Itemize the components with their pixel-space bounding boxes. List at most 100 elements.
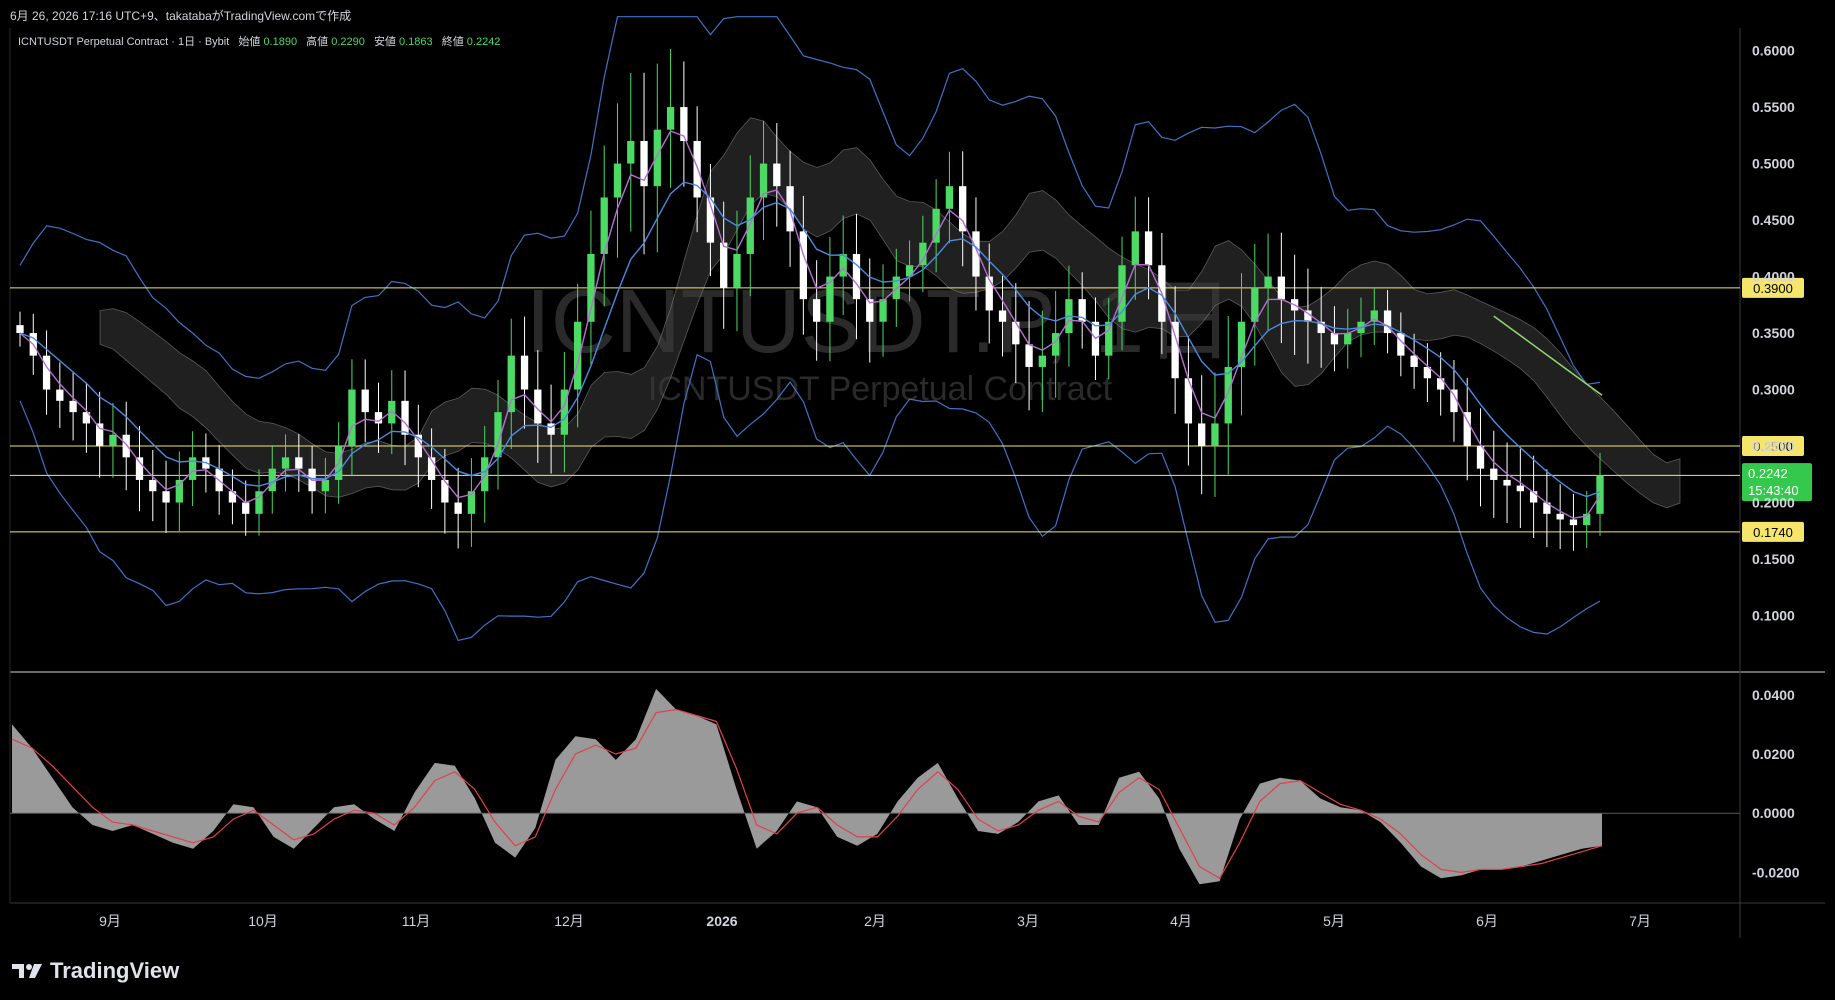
price-tick-label: 0.3000	[1752, 382, 1795, 398]
candle-body	[733, 253, 741, 288]
candle-body	[507, 355, 515, 413]
candle-body	[812, 299, 821, 322]
svg-text:ICNTUSDT Perpetual Contract ·: ICNTUSDT Perpetual Contract · 1日 · Bybit…	[18, 34, 500, 48]
candle-body	[879, 299, 887, 322]
candle-body	[1171, 321, 1179, 379]
candle-body	[905, 265, 914, 277]
oscillator-histogram	[12, 688, 1602, 885]
legend-low-label: 安値	[374, 34, 396, 48]
candle-body	[1437, 378, 1445, 390]
candle-body	[773, 163, 781, 187]
time-tick-label: 12月	[554, 913, 584, 929]
candle-body	[96, 423, 104, 447]
time-tick-label: 5月	[1323, 913, 1345, 929]
candle-body	[348, 389, 356, 447]
candle-body	[135, 457, 144, 480]
price-tick-label: 0.2000	[1752, 495, 1795, 511]
tradingview-logo-icon	[12, 964, 42, 978]
candle-body	[852, 253, 861, 300]
candle-body	[653, 129, 661, 187]
candle-body	[122, 434, 130, 458]
candle-body	[693, 140, 701, 198]
candle-body	[1516, 485, 1524, 492]
legend-high-value: 0.2290	[331, 36, 365, 48]
indicator-tick-label: 0.0200	[1752, 746, 1795, 762]
candle-body	[1463, 412, 1471, 447]
candle-body	[1025, 344, 1033, 367]
indicator-tick-label: -0.0200	[1752, 864, 1800, 880]
candle-body	[1344, 333, 1352, 345]
candle-body	[1264, 276, 1272, 288]
legend-open-value: 0.1890	[263, 36, 297, 48]
time-tick-label: 3月	[1017, 913, 1039, 929]
candle-body	[149, 479, 157, 492]
candle-body	[1503, 479, 1511, 486]
candle-body	[162, 491, 170, 503]
price-tick-label: 0.1000	[1752, 608, 1795, 624]
candle-body	[56, 389, 64, 401]
candle-body	[69, 400, 77, 413]
candle-body	[1596, 475, 1604, 514]
candle-body	[281, 457, 290, 469]
candle-body	[454, 502, 462, 514]
time-tick-label: 11月	[402, 913, 431, 929]
time-tick-label: 7月	[1629, 913, 1651, 929]
price-tick-label: 0.5500	[1752, 99, 1795, 115]
candle-body	[42, 355, 51, 390]
legend-high-label: 高値	[306, 34, 328, 48]
candle-body	[1237, 321, 1246, 367]
candle-body	[321, 479, 330, 492]
legend-low-value: 0.1863	[399, 36, 433, 48]
candle-body	[520, 355, 529, 390]
candle-body	[1038, 355, 1047, 367]
candle-body	[998, 310, 1007, 322]
candle-body	[1105, 321, 1113, 356]
candle-body	[945, 186, 954, 209]
candle-body	[1131, 231, 1139, 266]
time-tick-label: 4月	[1170, 913, 1192, 929]
price-tick-label: 0.3500	[1752, 325, 1795, 341]
candle-body	[361, 389, 369, 413]
price-tick-label: 0.5000	[1752, 156, 1795, 172]
oscillator-signal-line	[11, 708, 1603, 880]
candle-body	[720, 242, 728, 288]
price-tick-label: 0.1500	[1752, 551, 1795, 567]
price-tick-label: 0.2500	[1752, 438, 1795, 454]
price-tick-label: 0.4500	[1752, 212, 1795, 228]
candle-body	[1251, 287, 1259, 322]
candle-body	[175, 479, 183, 503]
candle-body	[985, 276, 993, 311]
tradingview-logo[interactable]: TradingView	[12, 958, 179, 984]
legend-close-value: 0.2242	[467, 36, 501, 48]
legend-close-label: 終値	[442, 34, 464, 48]
time-tick-label: 9月	[99, 913, 121, 929]
brand-name: TradingView	[50, 958, 180, 983]
price-tick-label: 0.4000	[1752, 269, 1795, 285]
candle-body	[1397, 333, 1405, 356]
candle-body	[1490, 468, 1498, 480]
time-tick-label: 6月	[1476, 913, 1498, 929]
price-tick-label: 0.6000	[1752, 43, 1795, 59]
candle-body	[295, 457, 303, 469]
candle-body	[627, 140, 635, 164]
candle-body	[1569, 519, 1578, 526]
candle-body	[1556, 513, 1564, 520]
candle-body	[109, 434, 117, 447]
legend-symbol: ICNTUSDT Perpetual Contract · 1日 · Bybit	[18, 36, 229, 48]
candle-body	[1198, 423, 1206, 447]
candle-body	[1211, 423, 1219, 447]
price-chart[interactable]: ICNTUSDT.P, 1日 ICNTUSDT Perpetual Contra…	[0, 0, 1835, 1000]
candle-body	[1224, 366, 1232, 424]
candle-body	[401, 400, 409, 435]
legend-open-label: 始値	[238, 34, 260, 48]
candle-body	[746, 197, 754, 254]
candle-body	[1277, 276, 1285, 300]
candle-body	[1118, 265, 1126, 322]
indicator-tick-label: 0.0400	[1752, 687, 1795, 703]
candle-body	[1012, 321, 1020, 345]
candle-body	[1144, 231, 1153, 266]
candle-body	[16, 325, 24, 334]
level-price-label: 0.1740	[1753, 525, 1793, 540]
candle-body	[1410, 355, 1418, 367]
indicator-tick-label: 0.0000	[1752, 805, 1795, 821]
